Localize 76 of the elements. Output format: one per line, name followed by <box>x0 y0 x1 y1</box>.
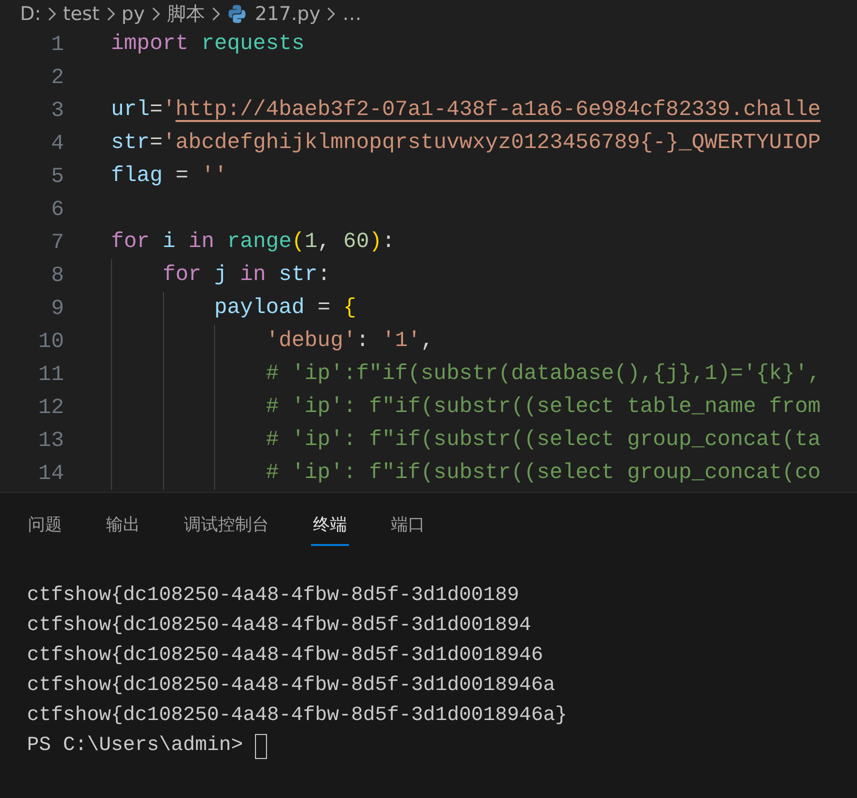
code-token: # 'ip': f"if(substr((select group_concat(co <box>266 460 821 487</box>
chevron-icon <box>326 6 336 22</box>
panel-tab[interactable]: 输出 <box>104 507 142 546</box>
line-number: 14 <box>37 462 64 486</box>
code-token: = <box>150 130 163 157</box>
line-number: 8 <box>50 264 64 288</box>
breadcrumb-more[interactable]: … <box>342 3 362 25</box>
code-token: ( <box>292 229 305 256</box>
code-token: in <box>240 262 266 289</box>
line-number: 11 <box>37 362 64 386</box>
line-number: 13 <box>37 428 64 452</box>
code-token: # 'ip': f"if(substr((select group_concat(ta <box>266 427 821 454</box>
code-token: payload <box>214 295 305 322</box>
terminal-cursor <box>255 734 268 758</box>
python-icon <box>226 4 247 24</box>
line-number: 10 <box>37 330 64 354</box>
code-token: flag <box>111 163 163 190</box>
terminal-output: ctfshow{dc108250-4a48-4fbw-8d5f-3d1d0018946 <box>27 643 544 669</box>
chevron-icon <box>210 6 221 22</box>
terminal-output: ctfshow{dc108250-4a48-4fbw-8d5f-3d1d00189 <box>27 583 520 609</box>
breadcrumb-item[interactable]: test <box>63 3 100 25</box>
code-token: ) <box>369 229 382 256</box>
code-token: { <box>343 295 356 322</box>
line-number: 5 <box>50 164 64 188</box>
code-token: 'debug' <box>266 328 356 355</box>
panel-tab[interactable]: 端口 <box>389 507 427 546</box>
breadcrumb-item[interactable]: py <box>122 3 145 25</box>
breadcrumb-item[interactable]: 217.py <box>254 3 320 25</box>
code-token: in <box>188 229 214 256</box>
code-token: str <box>111 130 150 157</box>
code-token: range <box>227 229 292 256</box>
code-token: : <box>382 229 395 256</box>
line-number: 9 <box>50 296 64 320</box>
code-token: url <box>111 97 150 124</box>
code-token: , <box>317 229 332 256</box>
code-token: ' <box>162 97 176 124</box>
code-token: requests <box>201 31 305 58</box>
code-token: = <box>317 295 332 322</box>
breadcrumb-item[interactable]: 脚本 <box>166 1 205 27</box>
code-token: str <box>278 262 318 289</box>
line-number: 1 <box>50 32 64 56</box>
panel-tab[interactable]: 终端 <box>311 507 349 546</box>
terminal-output: ctfshow{dc108250-4a48-4fbw-8d5f-3d1d001894 <box>27 613 532 639</box>
breadcrumb-item[interactable]: D: <box>20 3 42 25</box>
chevron-icon <box>106 6 116 22</box>
code-token: 'abcdefghijklmnopqrstuvwxyz0123456789{-}_QWERTYUIOP <box>162 130 821 157</box>
code-token: j <box>214 262 228 289</box>
terminal-prompt: PS C:\Users\admin> <box>27 733 244 759</box>
line-number: 12 <box>37 396 64 420</box>
panel-tab[interactable]: 调试控制台 <box>182 507 271 546</box>
code-token: # 'ip':f"if(substr(database(),{j},1)='{k}', <box>266 361 821 388</box>
code-token: for <box>111 229 150 256</box>
code-token: # 'ip': f"if(substr((select table_name from <box>266 394 821 421</box>
terminal-output: ctfshow{dc108250-4a48-4fbw-8d5f-3d1d0018946a} <box>27 703 568 729</box>
line-number: 4 <box>50 132 64 156</box>
line-number: 3 <box>50 98 64 122</box>
code-token: '1' <box>382 328 421 355</box>
code-token: http://4baeb3f2-07a1-438f-a1a6-6e984cf82339.challe <box>176 97 821 124</box>
chevron-icon <box>47 6 58 22</box>
panel-tab[interactable]: 问题 <box>26 507 64 546</box>
code-token: import <box>111 31 188 58</box>
chevron-icon <box>150 6 161 22</box>
code-token: : <box>356 328 370 355</box>
code-token: , <box>420 328 434 355</box>
code-token: for <box>162 262 202 289</box>
code-token: 60 <box>343 229 370 256</box>
line-number: 7 <box>50 230 64 254</box>
code-token: = <box>150 97 163 124</box>
line-number: 6 <box>50 198 64 222</box>
line-number: 2 <box>50 66 64 90</box>
code-token: i <box>162 229 176 256</box>
code-token: 1 <box>304 229 318 256</box>
code-token: '' <box>201 163 228 190</box>
terminal-output: ctfshow{dc108250-4a48-4fbw-8d5f-3d1d0018946a <box>27 673 556 699</box>
code-token: = <box>176 163 190 190</box>
code-token: : <box>317 262 330 289</box>
